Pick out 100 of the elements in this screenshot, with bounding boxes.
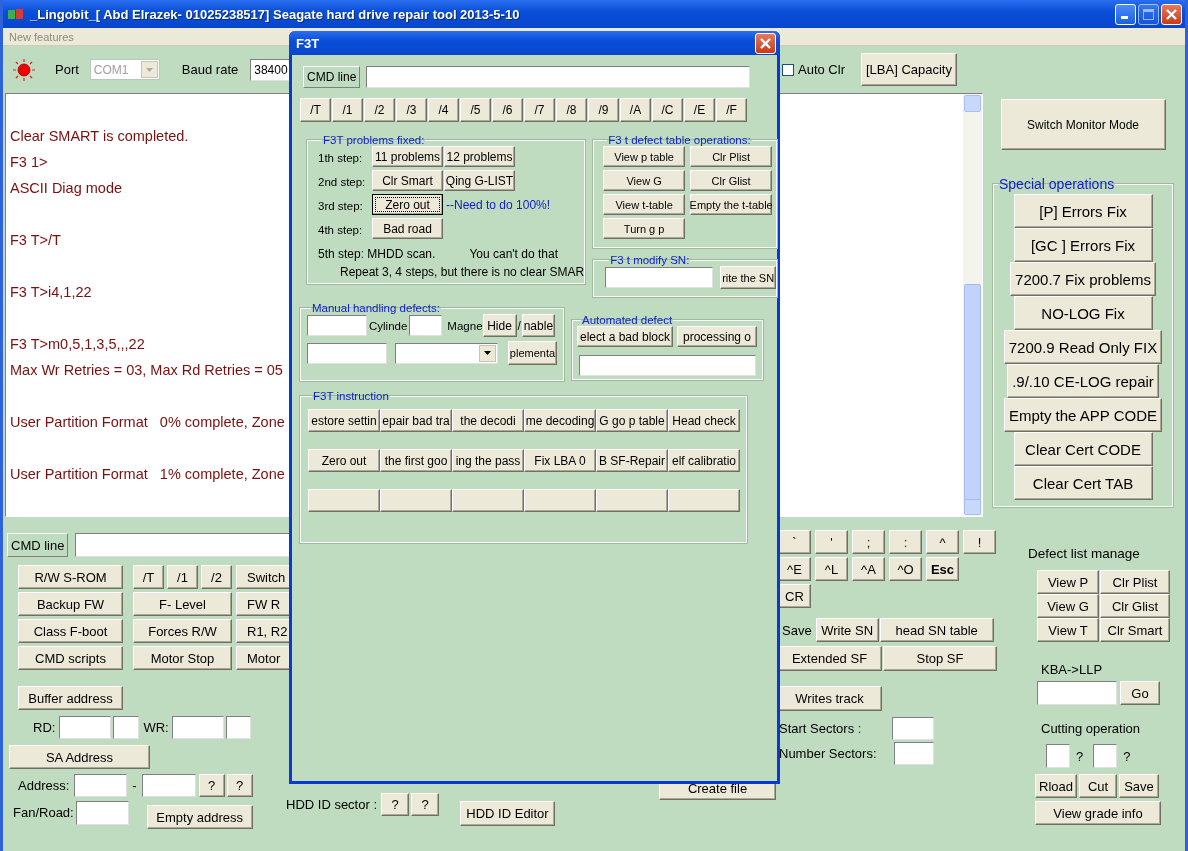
- step-button[interactable]: 11 problems: [372, 146, 443, 167]
- enable-button[interactable]: nable: [521, 314, 555, 337]
- instruction-button[interactable]: Zero out: [308, 449, 380, 472]
- auto-clear-checkbox[interactable]: [782, 63, 794, 76]
- command-button[interactable]: /7: [524, 98, 555, 122]
- command-button[interactable]: F- Level: [133, 592, 232, 616]
- head-sn-table-button[interactable]: head SN table: [879, 618, 994, 642]
- blank-button[interactable]: [524, 489, 596, 512]
- instruction-button[interactable]: the first goo: [380, 449, 452, 472]
- text-field[interactable]: [141, 774, 196, 797]
- hdd-id-editor-button[interactable]: HDD ID Editor: [460, 801, 555, 826]
- defect-button[interactable]: View T: [1037, 618, 1099, 642]
- cutting-button[interactable]: Save: [1119, 774, 1159, 798]
- instruction-button[interactable]: epair bad tra: [380, 409, 452, 432]
- automated-defect-button[interactable]: elect a bad block: [577, 326, 673, 347]
- text-field[interactable]: [307, 315, 367, 336]
- cmd-line-field[interactable]: [366, 66, 751, 88]
- text-field[interactable]: [225, 716, 251, 739]
- defect-button[interactable]: Clr Glist: [1100, 594, 1170, 618]
- defect-button[interactable]: View P: [1037, 570, 1099, 594]
- operation-button[interactable]: Clear Cert TAB: [1013, 466, 1153, 500]
- command-button[interactable]: /C: [652, 98, 683, 122]
- defect-table-button[interactable]: Turn g p: [603, 218, 686, 239]
- text-field[interactable]: [1093, 744, 1118, 768]
- write-sn-button[interactable]: Write SN: [815, 618, 879, 642]
- instruction-button[interactable]: B SF-Repair: [596, 449, 668, 472]
- text-field[interactable]: [1037, 681, 1117, 705]
- defect-table-button[interactable]: View t-table: [603, 194, 686, 215]
- empty-address-button[interactable]: Empty address: [146, 805, 253, 829]
- operation-button[interactable]: 7200.7 Fix problems: [1010, 262, 1156, 296]
- text-field[interactable]: [307, 342, 387, 364]
- command-button[interactable]: Backup FW: [18, 592, 123, 616]
- operation-button[interactable]: .9/.10 CE-LOG repair: [1007, 364, 1159, 398]
- query-button[interactable]: ?: [198, 774, 225, 797]
- key-button[interactable]: !: [963, 530, 996, 554]
- instruction-button[interactable]: elf calibratio: [668, 449, 740, 472]
- command-button[interactable]: /A: [620, 98, 651, 122]
- dropdown[interactable]: [395, 342, 498, 364]
- command-button[interactable]: /1: [167, 565, 198, 589]
- command-button[interactable]: /T: [300, 98, 331, 122]
- query-button[interactable]: ?: [411, 793, 439, 816]
- instruction-button[interactable]: Head check: [668, 409, 740, 432]
- key-button[interactable]: ^: [926, 530, 959, 554]
- extended-sf-button[interactable]: Extended SF: [777, 646, 882, 671]
- automated-defect-button[interactable]: processing o: [677, 326, 757, 347]
- operation-button[interactable]: [GC ] Errors Fix: [1013, 228, 1153, 262]
- command-button[interactable]: Motor Stop: [133, 646, 232, 670]
- command-button[interactable]: Class F-boot: [18, 619, 123, 643]
- writes-track-button[interactable]: Writes track: [777, 686, 882, 711]
- sa-address-button[interactable]: SA Address: [9, 745, 150, 769]
- scrollbar[interactable]: [963, 94, 982, 516]
- text-field[interactable]: [59, 716, 112, 739]
- monitor-mode-button[interactable]: Switch Monitor Mode: [1000, 99, 1166, 150]
- defect-table-button[interactable]: View p table: [603, 146, 686, 167]
- close-button[interactable]: [1161, 3, 1182, 25]
- blank-button[interactable]: [452, 489, 524, 512]
- instruction-button[interactable]: me decoding: [524, 409, 596, 432]
- command-button[interactable]: /6: [492, 98, 523, 122]
- query-button[interactable]: ?: [381, 793, 409, 816]
- command-button[interactable]: /5: [460, 98, 491, 122]
- implement-button[interactable]: plementa: [508, 341, 557, 365]
- key-button[interactable]: Esc: [926, 557, 959, 581]
- command-button[interactable]: /E: [684, 98, 715, 122]
- text-field[interactable]: [74, 774, 128, 797]
- command-button[interactable]: /T: [133, 565, 164, 589]
- close-button[interactable]: [755, 32, 776, 54]
- text-field[interactable]: [1046, 744, 1070, 768]
- command-button[interactable]: /4: [428, 98, 459, 122]
- command-button[interactable]: /F: [716, 98, 747, 122]
- command-button[interactable]: /2: [201, 565, 232, 589]
- key-button[interactable]: ^O: [889, 557, 922, 581]
- stop-sf-button[interactable]: Stop SF: [883, 646, 997, 671]
- command-button[interactable]: R/W S-ROM: [18, 565, 123, 589]
- text-field[interactable]: [409, 315, 443, 336]
- defect-table-button[interactable]: Clr Glist: [690, 170, 773, 191]
- hide-button[interactable]: Hide: [482, 314, 517, 337]
- defect-button[interactable]: View G: [1037, 594, 1099, 618]
- instruction-button[interactable]: Fix LBA 0: [524, 449, 596, 472]
- defect-button[interactable]: Clr Smart: [1100, 618, 1170, 642]
- operation-button[interactable]: [P] Errors Fix: [1013, 194, 1153, 228]
- key-button[interactable]: ^L: [815, 557, 848, 581]
- operation-button[interactable]: 7200.9 Read Only FIX: [1003, 330, 1163, 364]
- key-button[interactable]: :: [889, 530, 922, 554]
- minimize-button[interactable]: [1115, 3, 1136, 25]
- command-button[interactable]: /1: [332, 98, 363, 122]
- text-field[interactable]: [892, 717, 934, 740]
- instruction-button[interactable]: the decodi: [452, 409, 524, 432]
- key-button[interactable]: ^A: [852, 557, 885, 581]
- text-field[interactable]: [579, 355, 756, 376]
- go-button[interactable]: Go: [1120, 681, 1160, 705]
- defect-button[interactable]: Clr Plist: [1100, 570, 1170, 594]
- step-button[interactable]: 12 problems: [444, 146, 515, 167]
- command-button[interactable]: Forces R/W: [133, 619, 232, 643]
- text-field[interactable]: [75, 801, 129, 825]
- defect-table-button[interactable]: View G: [603, 170, 686, 191]
- defect-table-button[interactable]: Clr Plist: [690, 146, 773, 167]
- instruction-button[interactable]: estore settin: [308, 409, 380, 432]
- key-button[interactable]: `: [778, 530, 811, 554]
- blank-button[interactable]: [308, 489, 380, 512]
- blank-button[interactable]: [380, 489, 452, 512]
